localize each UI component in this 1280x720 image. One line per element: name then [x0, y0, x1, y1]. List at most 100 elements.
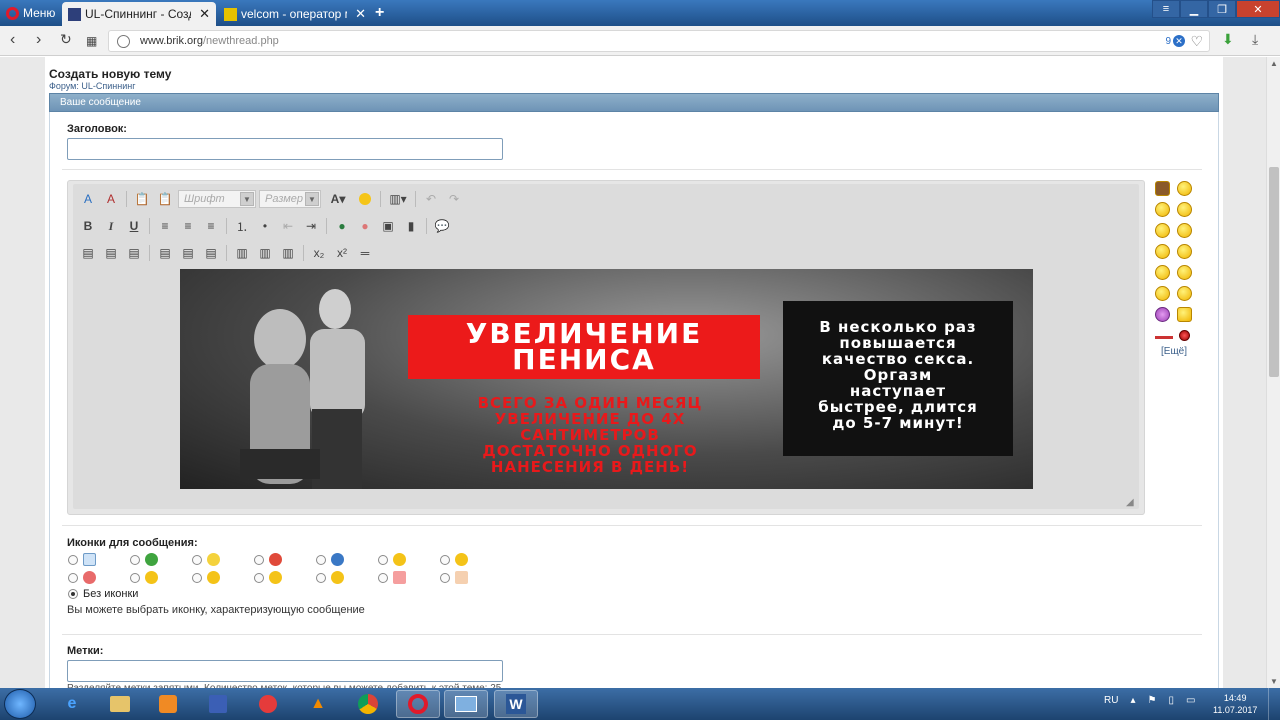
quote-icon[interactable]: 💬 — [432, 216, 452, 236]
indent-icon[interactable]: ⇥ — [301, 216, 321, 236]
undo-icon[interactable]: ↶ — [421, 189, 441, 209]
forum-link[interactable]: UL-Спиннинг — [81, 81, 135, 91]
tab-velcom[interactable]: velcom - оператор моби ✕ — [218, 2, 372, 26]
no-icon-radio[interactable] — [68, 589, 78, 599]
bookmark-heart-icon[interactable]: ♡ — [1190, 33, 1203, 50]
stash-icon[interactable]: ≡ — [1152, 0, 1180, 18]
align-left-icon[interactable]: ≡ — [155, 216, 175, 236]
network-icon[interactable]: ▯ — [1168, 695, 1174, 706]
smiley-icon[interactable] — [1155, 336, 1173, 339]
underline-button[interactable]: U — [124, 216, 144, 236]
vlc-icon[interactable]: ▲ — [296, 690, 340, 718]
word-icon[interactable]: W — [494, 690, 538, 718]
scroll-up-icon[interactable]: ▲ — [1270, 59, 1278, 68]
remove-format-icon[interactable]: A — [78, 189, 98, 209]
icon-radio[interactable] — [254, 555, 264, 565]
paste-text-icon[interactable]: 📋 — [132, 189, 152, 209]
table-icon[interactable]: ▥▾ — [386, 189, 410, 209]
smiley-icon[interactable] — [1155, 202, 1170, 217]
start-button[interactable] — [4, 689, 36, 719]
font-select[interactable]: Шрифт ▼ — [178, 190, 256, 208]
new-tab-button[interactable]: + — [375, 4, 384, 22]
smiley-icon[interactable] — [1177, 244, 1192, 259]
image-viewer-icon[interactable] — [444, 690, 488, 718]
language-indicator[interactable]: RU — [1104, 695, 1118, 706]
size-select[interactable]: Размер ▼ — [259, 190, 321, 208]
superscript-icon[interactable]: x² — [332, 243, 352, 263]
clock[interactable]: 14:49 11.07.2017 — [1213, 692, 1257, 716]
text-color-icon[interactable]: A ▾ — [324, 189, 352, 209]
delete-row-icon[interactable]: ▤ — [201, 243, 221, 263]
insert-row-below-icon[interactable]: ▤ — [178, 243, 198, 263]
redo-icon[interactable]: ↷ — [444, 189, 464, 209]
insert-row-above-icon[interactable]: ▤ — [155, 243, 175, 263]
close-window-button[interactable]: ✕ — [1236, 0, 1280, 18]
delete-table-icon[interactable]: ▤ — [124, 243, 144, 263]
opera-taskbar-icon[interactable] — [396, 690, 440, 718]
icon-radio[interactable] — [254, 573, 264, 583]
italic-button[interactable]: I — [101, 216, 121, 236]
icon-radio[interactable] — [68, 573, 78, 583]
smiley-icon[interactable] — [1155, 181, 1170, 196]
delete-col-icon[interactable]: ▥ — [278, 243, 298, 263]
unordered-list-icon[interactable]: • — [255, 216, 275, 236]
icon-radio[interactable] — [68, 555, 78, 565]
smiley-icon[interactable] — [1177, 223, 1192, 238]
icon-radio[interactable] — [440, 555, 450, 565]
download-icon[interactable]: ⬇ — [1222, 31, 1234, 48]
explorer-icon[interactable] — [98, 690, 142, 718]
paste-word-icon[interactable]: 📋 — [155, 189, 175, 209]
save-disk-icon[interactable] — [196, 690, 240, 718]
smiley-icon[interactable] — [1155, 244, 1170, 259]
subject-input[interactable] — [67, 138, 503, 160]
smiley-icon[interactable] — [1179, 330, 1190, 341]
insert-col-right-icon[interactable]: ▥ — [255, 243, 275, 263]
insert-col-left-icon[interactable]: ▥ — [232, 243, 252, 263]
horizontal-rule-icon[interactable]: ═ — [355, 243, 375, 263]
smiley-icon[interactable] — [1177, 286, 1192, 301]
smiley-icon[interactable] — [1155, 265, 1170, 280]
show-desktop-button[interactable] — [1268, 688, 1280, 720]
tags-input[interactable] — [67, 660, 503, 682]
page-scrollbar[interactable]: ▲ ▼ — [1266, 57, 1280, 688]
outdent-icon[interactable]: ⇤ — [278, 216, 298, 236]
chrome-icon[interactable] — [346, 690, 390, 718]
snapshot-icon[interactable]: ⤓ — [1252, 31, 1258, 48]
smiley-icon[interactable] — [1155, 286, 1170, 301]
scroll-thumb[interactable] — [1269, 167, 1279, 377]
smiley-icon[interactable] — [1177, 265, 1192, 280]
scroll-down-icon[interactable]: ▼ — [1270, 677, 1278, 686]
reload-icon[interactable]: ↻ — [60, 31, 72, 48]
minimize-button[interactable]: ▁ — [1180, 0, 1208, 18]
align-center-icon[interactable]: ≡ — [178, 216, 198, 236]
close-tab-icon[interactable]: ✕ — [355, 6, 366, 22]
icon-radio[interactable] — [378, 555, 388, 565]
icon-radio[interactable] — [440, 573, 450, 583]
ie-icon[interactable]: e — [50, 690, 94, 718]
tray-arrow-icon[interactable]: ▴ — [1130, 695, 1135, 706]
unlink-icon[interactable]: ● — [355, 216, 375, 236]
monitor-icon[interactable]: ▭ — [1186, 695, 1195, 706]
bicycle-smiley-icon[interactable] — [1177, 307, 1192, 322]
icon-radio[interactable] — [316, 573, 326, 583]
flag-icon[interactable]: ⚑ — [1147, 695, 1156, 706]
back-icon[interactable]: ‹ — [10, 31, 15, 49]
icon-radio[interactable] — [192, 555, 202, 565]
smiley-icon[interactable] — [1177, 202, 1192, 217]
table-icon[interactable]: ▤ — [78, 243, 98, 263]
speed-dial-icon[interactable]: ▦ — [86, 34, 97, 48]
smiley-icon[interactable] — [1155, 307, 1170, 322]
smiley-icon[interactable] — [1177, 181, 1192, 196]
switch-mode-icon[interactable]: A — [101, 189, 121, 209]
icon-radio[interactable] — [130, 555, 140, 565]
smiley-icon[interactable] — [355, 189, 375, 209]
adblock-badge[interactable]: 9 ✕ — [1165, 35, 1185, 47]
forward-icon[interactable]: › — [36, 31, 41, 49]
url-field[interactable]: www.brik.org/newthread.php 9 ✕ ♡ — [108, 30, 1210, 52]
table-props-icon[interactable]: ▤ — [101, 243, 121, 263]
ordered-list-icon[interactable]: ⒈ — [232, 216, 252, 236]
ad-banner-image[interactable]: УВЕЛИЧЕНИЕ ПЕНИСА ВСЕГО ЗА ОДИН МЕСЯЦ УВ… — [180, 269, 1033, 489]
maximize-button[interactable]: ❐ — [1208, 0, 1236, 18]
video-icon[interactable]: ▮ — [401, 216, 421, 236]
smiley-icon[interactable] — [1155, 223, 1170, 238]
